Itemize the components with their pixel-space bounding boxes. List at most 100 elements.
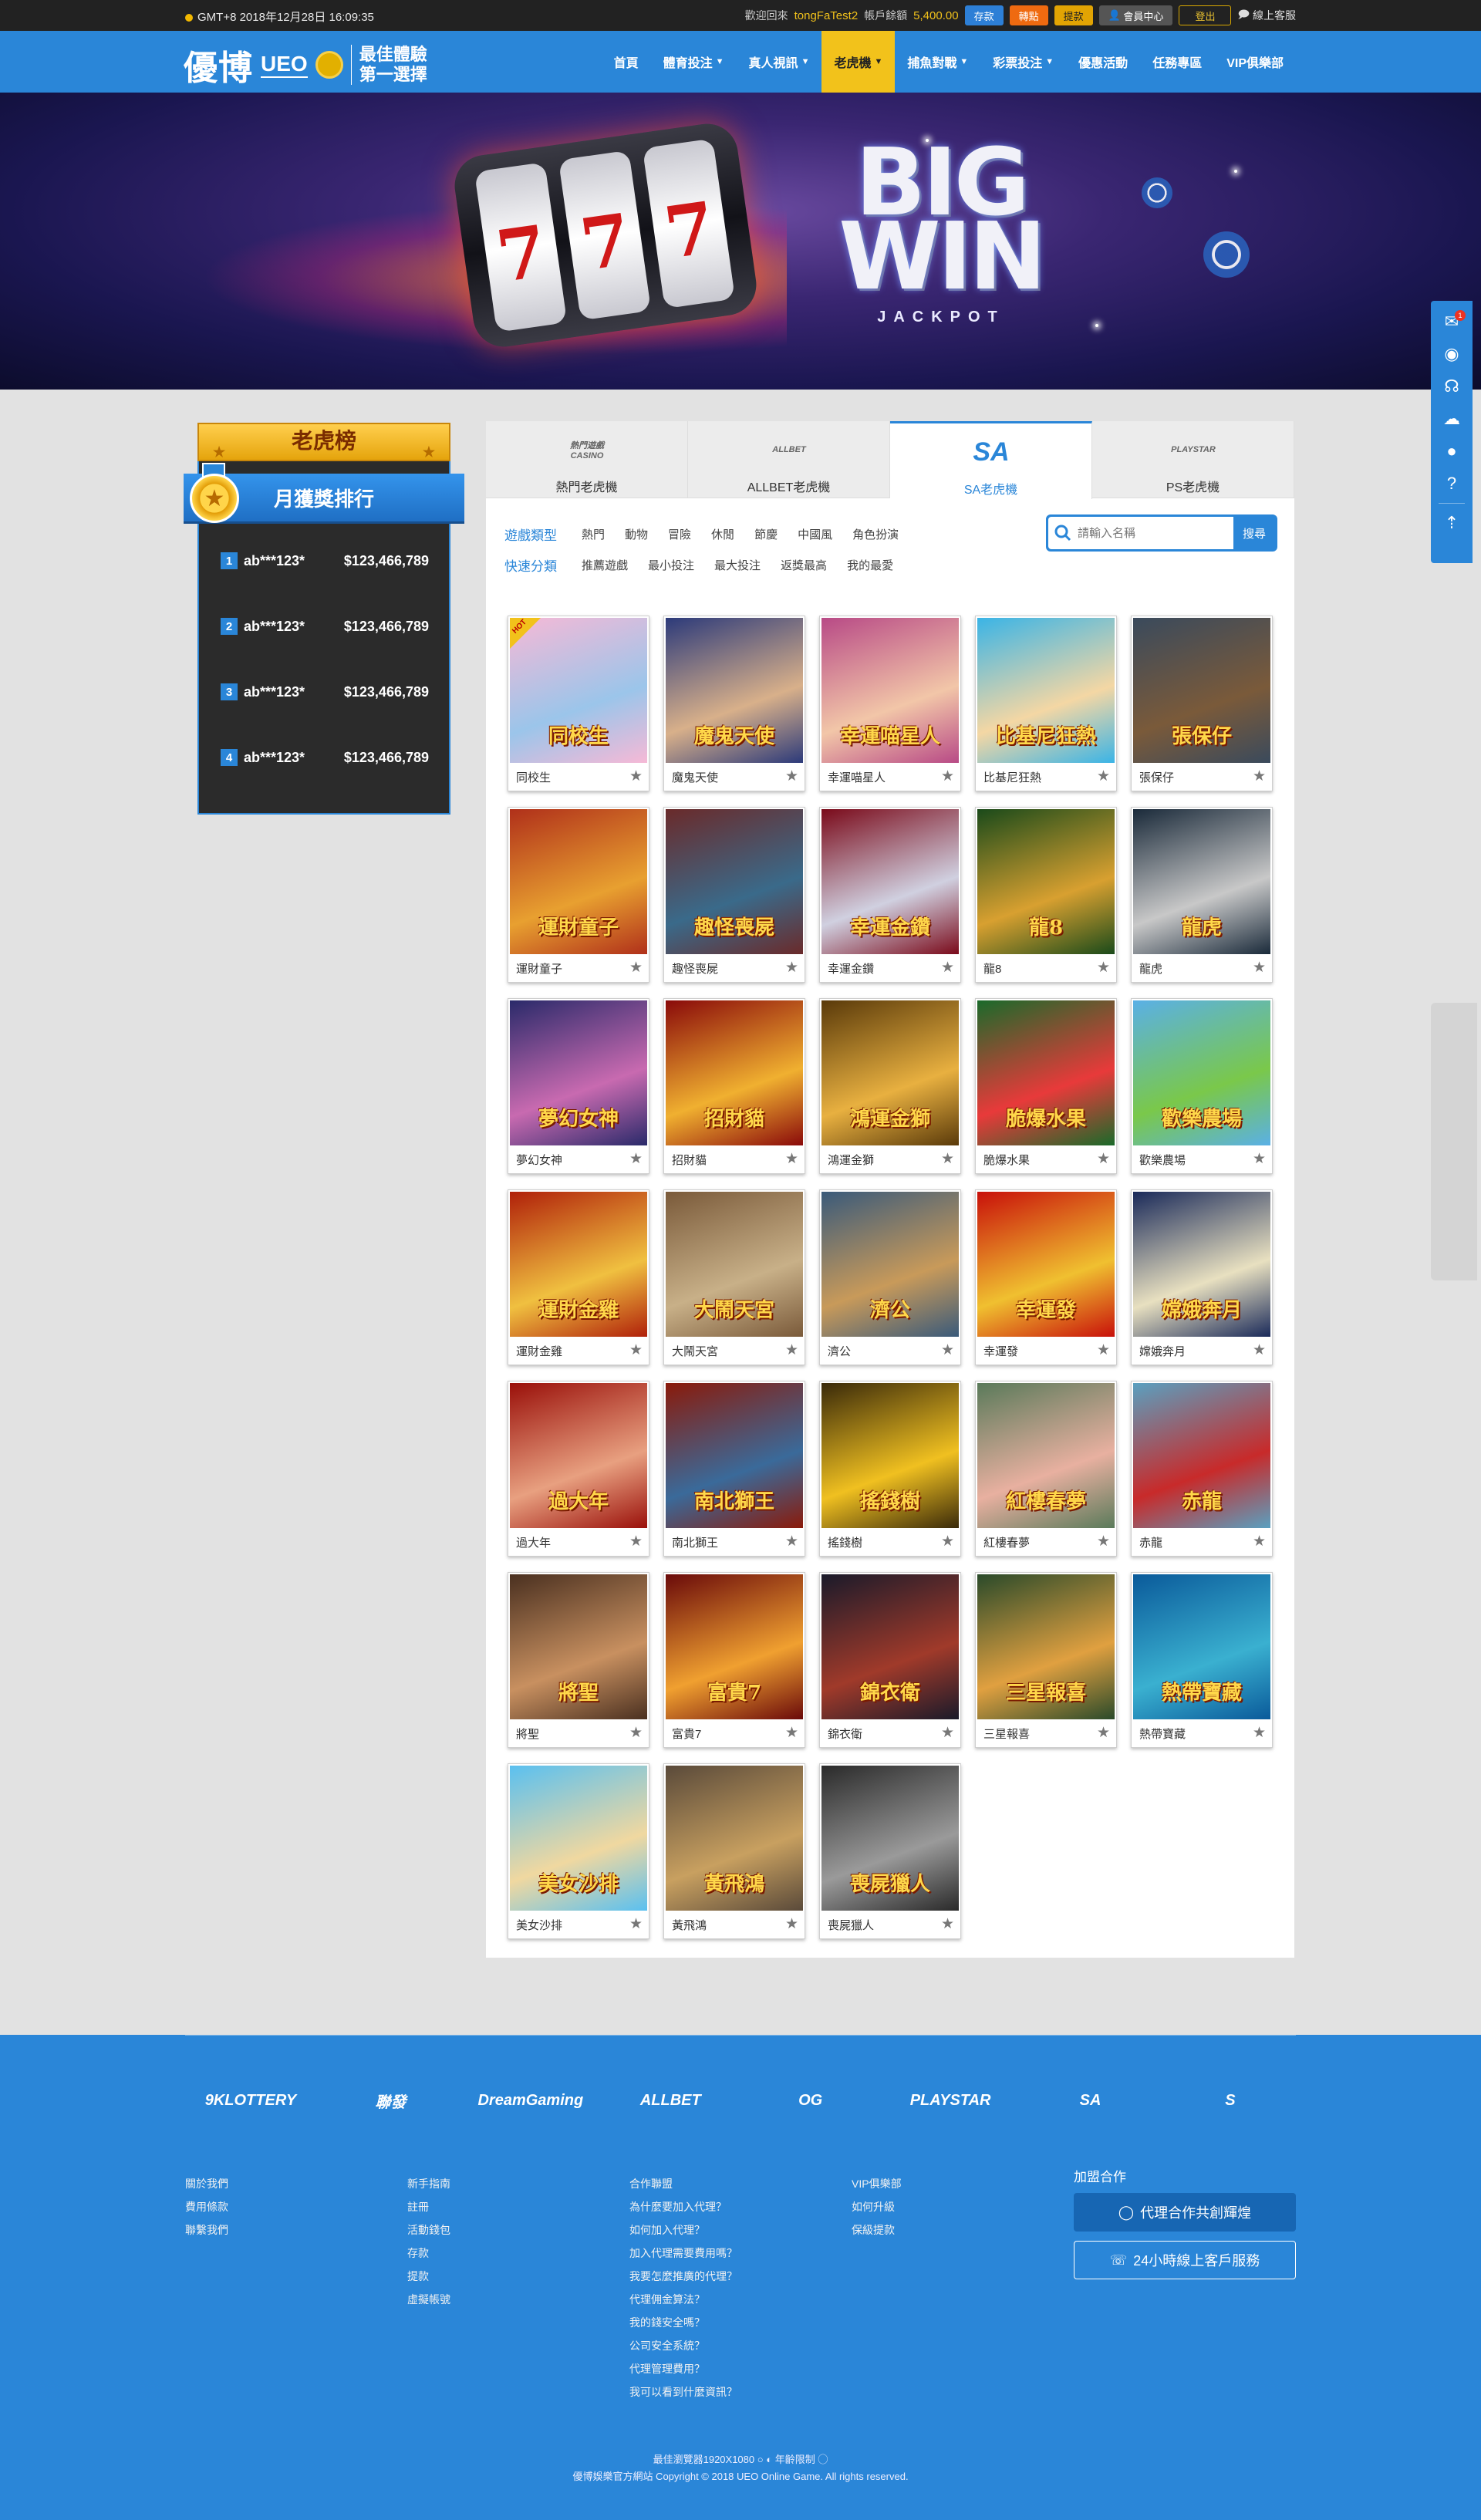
game-thumbnail[interactable]: 南北獅王 [666, 1383, 803, 1528]
game-card[interactable]: 幸運金鑽 幸運金鑽 ★ [819, 807, 961, 983]
game-thumbnail[interactable]: 美女沙排 [510, 1766, 647, 1911]
game-thumbnail[interactable]: 鴻運金獅 [821, 1000, 959, 1145]
footer-link[interactable]: 註冊 [407, 2195, 450, 2218]
favorite-star-icon[interactable]: ★ [941, 1533, 954, 1550]
site-logo[interactable]: 優博 UEO 最佳體驗 第一選擇 [184, 40, 427, 89]
favorite-star-icon[interactable]: ★ [629, 1341, 643, 1359]
nav-item[interactable]: 真人視訊 ▼ [737, 31, 822, 93]
affiliate-button[interactable]: ◯ 代理合作共創輝煌 [1074, 2193, 1296, 2232]
footer-link[interactable]: 聯繫我們 [185, 2218, 228, 2242]
game-thumbnail[interactable]: 脆爆水果 [977, 1000, 1115, 1145]
game-thumbnail[interactable]: 濟公 [821, 1192, 959, 1337]
game-thumbnail[interactable]: 赤龍 [1133, 1383, 1270, 1528]
game-card[interactable]: 龍虎 龍虎 ★ [1131, 807, 1273, 983]
game-card[interactable]: 歡樂農場 歡樂農場 ★ [1131, 998, 1273, 1174]
favorite-star-icon[interactable]: ★ [785, 1150, 798, 1168]
favorite-star-icon[interactable]: ★ [1097, 1150, 1110, 1168]
game-card[interactable]: 熱帶寶藏 熱帶寶藏 ★ [1131, 1572, 1273, 1748]
mail-icon[interactable]: ✉ 1 [1436, 305, 1467, 338]
type-filter-option[interactable]: 中國風 [798, 526, 832, 542]
footer-link[interactable]: 關於我們 [185, 2172, 228, 2195]
nav-item[interactable]: 捕魚對戰 ▼ [895, 31, 980, 93]
footer-link[interactable]: 合作聯盟 [629, 2172, 737, 2195]
footer-link[interactable]: VIP俱樂部 [852, 2172, 902, 2195]
footer-link[interactable]: 保級提款 [852, 2218, 902, 2242]
footer-link[interactable]: 如何加入代理？ [629, 2218, 737, 2242]
game-card[interactable]: 比基尼狂熱 比基尼狂熱 ★ [975, 616, 1117, 791]
nav-item[interactable]: 任務專區 [1140, 31, 1214, 93]
favorite-star-icon[interactable]: ★ [1097, 1724, 1110, 1742]
game-card[interactable]: 脆爆水果 脆爆水果 ★ [975, 998, 1117, 1174]
game-card[interactable]: 夢幻女神 夢幻女神 ★ [508, 998, 649, 1174]
game-thumbnail[interactable]: 運財金雞 [510, 1192, 647, 1337]
headset-icon[interactable]: ☊ [1436, 370, 1467, 403]
favorite-star-icon[interactable]: ★ [629, 959, 643, 977]
nav-item[interactable]: VIP俱樂部 [1214, 31, 1296, 93]
game-card[interactable]: 黃飛鴻 黃飛鴻 ★ [663, 1763, 805, 1939]
game-thumbnail[interactable]: 黃飛鴻 [666, 1766, 803, 1911]
nav-item[interactable]: 體育投注 ▼ [651, 31, 737, 93]
type-filter-option[interactable]: 角色扮演 [852, 526, 899, 542]
game-card[interactable]: 美女沙排 美女沙排 ★ [508, 1763, 649, 1939]
footer-link[interactable]: 提款 [407, 2265, 450, 2288]
favorite-star-icon[interactable]: ★ [1097, 959, 1110, 977]
type-filter-option[interactable]: 冒險 [668, 526, 691, 542]
favorite-star-icon[interactable]: ★ [1097, 1533, 1110, 1550]
game-thumbnail[interactable]: 大鬧天宮 [666, 1192, 803, 1337]
game-thumbnail[interactable]: 比基尼狂熱 [977, 618, 1115, 763]
type-filter-option[interactable]: 動物 [625, 526, 648, 542]
game-card[interactable]: 運財童子 運財童子 ★ [508, 807, 649, 983]
game-thumbnail[interactable]: 趣怪喪屍 [666, 809, 803, 954]
game-card[interactable]: 過大年 過大年 ★ [508, 1381, 649, 1557]
game-card[interactable]: 幸運發 幸運發 ★ [975, 1189, 1117, 1365]
line-icon[interactable]: ● [1436, 435, 1467, 467]
game-card[interactable]: 錦衣衛 錦衣衛 ★ [819, 1572, 961, 1748]
nav-item[interactable]: 彩票投注 ▼ [980, 31, 1066, 93]
quick-filter-option[interactable]: 推薦遊戲 [582, 557, 628, 573]
game-thumbnail[interactable]: 富貴7 [666, 1574, 803, 1719]
game-thumbnail[interactable]: 嫦娥奔月 [1133, 1192, 1270, 1337]
favorite-star-icon[interactable]: ★ [1253, 1724, 1266, 1742]
support-button[interactable]: ☏ 24小時線上客戶服務 [1074, 2241, 1296, 2279]
game-card[interactable]: 趣怪喪屍 趣怪喪屍 ★ [663, 807, 805, 983]
game-card[interactable]: 濟公 濟公 ★ [819, 1189, 961, 1365]
nav-item[interactable]: 首頁 [602, 31, 651, 93]
favorite-star-icon[interactable]: ★ [941, 767, 954, 785]
search-input[interactable] [1078, 526, 1216, 540]
tab-allbet[interactable]: ALLBET ALLBET老虎機 [688, 421, 890, 498]
footer-link[interactable]: 公司安全系統？ [629, 2334, 737, 2357]
favorite-star-icon[interactable]: ★ [941, 1341, 954, 1359]
game-thumbnail[interactable]: 錦衣衛 [821, 1574, 959, 1719]
logout-button[interactable]: 登出 [1179, 5, 1232, 25]
favorite-star-icon[interactable]: ★ [629, 1915, 643, 1933]
favorite-star-icon[interactable]: ★ [1253, 1150, 1266, 1168]
online-cs-link[interactable]: 🗩 線上客服 [1237, 6, 1296, 25]
favorite-star-icon[interactable]: ★ [1253, 767, 1266, 785]
game-thumbnail[interactable]: 歡樂農場 [1133, 1000, 1270, 1145]
footer-link[interactable]: 費用條款 [185, 2195, 228, 2218]
game-thumbnail[interactable]: 幸運喵星人 [821, 618, 959, 763]
deposit-button[interactable]: 存款 [964, 5, 1004, 25]
game-thumbnail[interactable]: 紅樓春夢 [977, 1383, 1115, 1528]
game-thumbnail[interactable]: 幸運發 [977, 1192, 1115, 1337]
footer-link[interactable]: 代理管理費用？ [629, 2357, 737, 2380]
favorite-star-icon[interactable]: ★ [1253, 1533, 1266, 1550]
game-thumbnail[interactable]: 喪屍獵人 [821, 1766, 959, 1911]
game-card[interactable]: 赤龍 赤龍 ★ [1131, 1381, 1273, 1557]
footer-link[interactable]: 為什麼要加入代理？ [629, 2195, 737, 2218]
game-card[interactable]: 將聖 將聖 ★ [508, 1572, 649, 1748]
game-card[interactable]: 富貴7 富貴7 ★ [663, 1572, 805, 1748]
game-card[interactable]: 招財貓 招財貓 ★ [663, 998, 805, 1174]
favorite-star-icon[interactable]: ★ [629, 1150, 643, 1168]
game-card[interactable]: 鴻運金獅 鴻運金獅 ★ [819, 998, 961, 1174]
favorite-star-icon[interactable]: ★ [785, 1533, 798, 1550]
game-thumbnail[interactable]: 張保仔 [1133, 618, 1270, 763]
wechat-icon[interactable]: ☁ [1436, 403, 1467, 435]
quick-filter-option[interactable]: 我的最愛 [847, 557, 893, 573]
favorite-star-icon[interactable]: ★ [785, 1915, 798, 1933]
game-thumbnail[interactable]: 龍虎 [1133, 809, 1270, 954]
favorite-star-icon[interactable]: ★ [1253, 1341, 1266, 1359]
footer-link[interactable]: 我可以看到什麼資訊？ [629, 2380, 737, 2404]
transfer-button[interactable]: 轉點 [1009, 5, 1048, 25]
game-thumbnail[interactable]: 招財貓 [666, 1000, 803, 1145]
